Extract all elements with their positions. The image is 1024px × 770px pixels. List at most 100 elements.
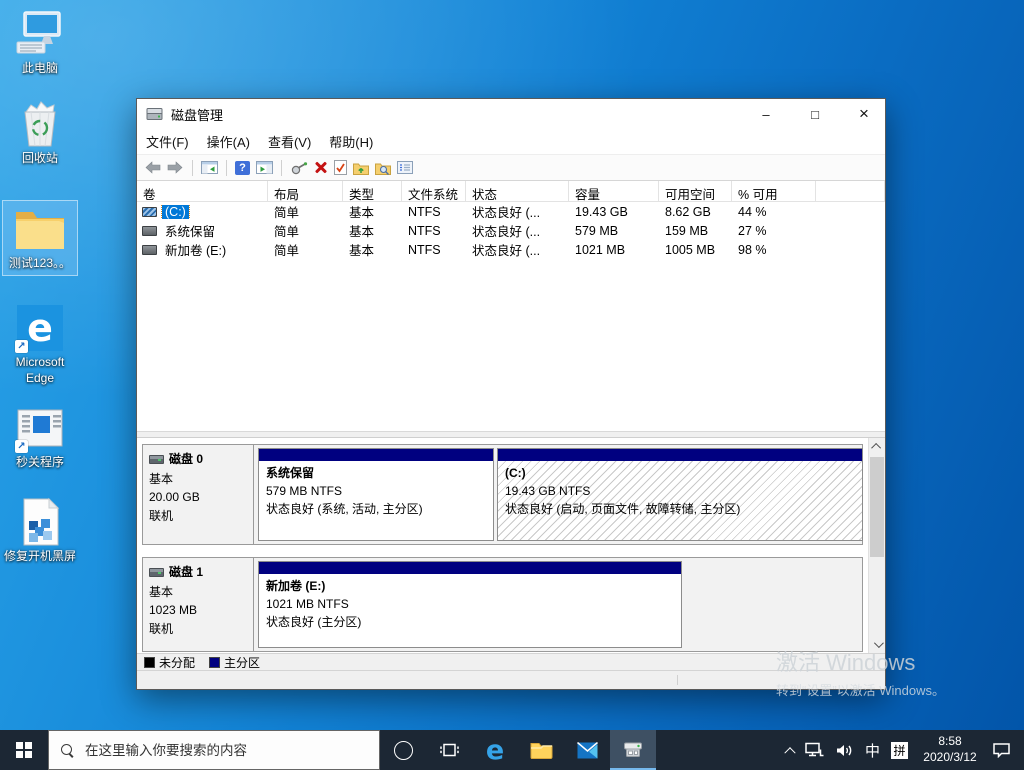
status-bar-divider bbox=[677, 675, 678, 685]
disk-management-icon bbox=[622, 740, 645, 759]
check-page-icon[interactable] bbox=[334, 160, 347, 175]
file-explorer-icon bbox=[530, 741, 553, 759]
mail-button[interactable] bbox=[564, 730, 610, 770]
close-button[interactable]: × bbox=[843, 99, 885, 129]
recycle-bin-icon bbox=[13, 99, 67, 149]
toolbar-separator bbox=[192, 160, 193, 176]
forward-icon[interactable] bbox=[167, 161, 184, 174]
legend-primary-partition: 主分区 bbox=[209, 654, 260, 671]
minimize-button[interactable]: – bbox=[745, 99, 787, 129]
primary-partition-swatch bbox=[209, 657, 220, 668]
shortcut-arrow-icon: ↗ bbox=[15, 340, 28, 353]
disk-drive-icon bbox=[146, 107, 164, 121]
col-pct[interactable]: % 可用 bbox=[732, 181, 816, 201]
col-layout[interactable]: 布局 bbox=[268, 181, 343, 201]
partition-c[interactable]: (C:) 19.43 GB NTFS 状态良好 (启动, 页面文件, 故障转储,… bbox=[497, 448, 863, 541]
scroll-up-icon[interactable] bbox=[869, 438, 886, 455]
volume-row-c[interactable]: (C:) 简单 基本 NTFS 状态良好 (... 19.43 GB 8.62 … bbox=[137, 202, 885, 221]
desktop-icon-label: 回收站 bbox=[22, 151, 58, 167]
folder-up-icon[interactable] bbox=[353, 161, 369, 175]
disk-0-row: 磁盘 0 基本 20.00 GB 联机 系统保留 579 MB NTFS 状态良… bbox=[142, 444, 863, 545]
back-icon[interactable] bbox=[144, 161, 161, 174]
maximize-button[interactable]: □ bbox=[794, 99, 836, 129]
scroll-down-icon[interactable] bbox=[869, 636, 886, 653]
disk-graphical-view: 磁盘 0 基本 20.00 GB 联机 系统保留 579 MB NTFS 状态良… bbox=[137, 438, 885, 653]
volume-list: 卷 布局 类型 文件系统 状态 容量 可用空间 % 可用 (C:) 简单 基本 … bbox=[137, 181, 885, 431]
app-window-icon: ↗ bbox=[13, 403, 67, 453]
volume-icon[interactable] bbox=[835, 743, 854, 758]
desktop-icon-this-pc[interactable]: 此电脑 bbox=[2, 6, 78, 80]
tray-overflow-icon[interactable] bbox=[784, 747, 795, 758]
edge-taskbar-button[interactable]: e bbox=[472, 730, 518, 770]
taskbar: e 中 拼 8:58 2020 bbox=[0, 730, 1024, 770]
edge-icon: e bbox=[486, 737, 504, 764]
desktop-icon-label: 修复开机黑屏 bbox=[4, 549, 76, 565]
mail-icon bbox=[577, 742, 598, 759]
volume-icon bbox=[142, 207, 157, 217]
folder-icon bbox=[13, 204, 67, 254]
drive-icon bbox=[149, 568, 164, 577]
start-button[interactable] bbox=[0, 730, 48, 770]
toolbar-separator bbox=[281, 160, 282, 176]
menu-view[interactable]: 查看(V) bbox=[259, 132, 320, 151]
cortana-button[interactable] bbox=[380, 730, 426, 770]
desktop-icon-microsoft-edge[interactable]: e ↗ Microsoft Edge bbox=[2, 300, 78, 389]
search-input[interactable] bbox=[85, 743, 368, 758]
col-status[interactable]: 状态 bbox=[466, 181, 569, 201]
primary-partition-strip bbox=[259, 449, 493, 461]
windows-logo-icon bbox=[16, 742, 32, 758]
vertical-scrollbar[interactable] bbox=[868, 438, 885, 653]
file-explorer-button[interactable] bbox=[518, 730, 564, 770]
col-volume[interactable]: 卷 bbox=[137, 181, 268, 201]
action-pane-icon[interactable] bbox=[256, 161, 273, 174]
disk-management-taskbar-button[interactable] bbox=[610, 730, 656, 770]
properties-list-icon[interactable] bbox=[397, 161, 413, 174]
scrollbar-thumb[interactable] bbox=[870, 457, 884, 557]
desktop-icon-recycle-bin[interactable]: 回收站 bbox=[2, 96, 78, 170]
drive-icon bbox=[149, 455, 164, 464]
taskbar-search[interactable] bbox=[48, 730, 380, 770]
volume-list-header: 卷 布局 类型 文件系统 状态 容量 可用空间 % 可用 bbox=[137, 181, 885, 202]
partition-system-reserved[interactable]: 系统保留 579 MB NTFS 状态良好 (系统, 活动, 主分区) bbox=[258, 448, 494, 541]
ime-mode-indicator[interactable]: 拼 bbox=[891, 742, 908, 759]
menu-file[interactable]: 文件(F) bbox=[137, 132, 198, 151]
partition-e[interactable]: 新加卷 (E:) 1021 MB NTFS 状态良好 (主分区) bbox=[258, 561, 682, 648]
col-filesystem[interactable]: 文件系统 bbox=[402, 181, 466, 201]
ime-language-indicator[interactable]: 中 bbox=[865, 740, 880, 761]
col-free[interactable]: 可用空间 bbox=[659, 181, 732, 201]
title-bar[interactable]: 磁盘管理 – □ × bbox=[137, 99, 885, 129]
help-icon[interactable]: ? bbox=[235, 161, 250, 175]
action-center-icon[interactable] bbox=[992, 742, 1011, 758]
disk-1-row: 磁盘 1 基本 1023 MB 联机 新加卷 (E:) 1021 MB NTFS… bbox=[142, 557, 863, 652]
desktop-icon-label: 测试123。。 bbox=[9, 256, 71, 272]
desktop-icon-fix-black-screen[interactable]: 修复开机黑屏 bbox=[2, 494, 78, 568]
col-capacity[interactable]: 容量 bbox=[569, 181, 659, 201]
volume-row-e[interactable]: 新加卷 (E:) 简单 基本 NTFS 状态良好 (... 1021 MB 10… bbox=[137, 240, 885, 259]
taskbar-clock[interactable]: 8:58 2020/3/12 bbox=[919, 734, 981, 765]
task-view-button[interactable] bbox=[426, 730, 472, 770]
disk-1-label[interactable]: 磁盘 1 基本 1023 MB 联机 bbox=[143, 558, 254, 651]
volume-row-system-reserved[interactable]: 系统保留 简单 基本 NTFS 状态良好 (... 579 MB 159 MB … bbox=[137, 221, 885, 240]
legend-bar: 未分配 主分区 bbox=[137, 653, 885, 670]
folder-search-icon[interactable] bbox=[375, 161, 391, 175]
legend-unallocated: 未分配 bbox=[144, 654, 195, 671]
clock-time: 8:58 bbox=[919, 734, 981, 750]
network-icon[interactable] bbox=[805, 742, 824, 758]
delete-icon[interactable] bbox=[314, 161, 328, 175]
col-type[interactable]: 类型 bbox=[343, 181, 402, 201]
col-filler bbox=[816, 181, 885, 201]
this-pc-icon bbox=[13, 9, 67, 59]
menu-action[interactable]: 操作(A) bbox=[198, 132, 259, 151]
desktop-icon-label: 此电脑 bbox=[22, 61, 58, 77]
console-tree-icon[interactable] bbox=[201, 161, 218, 174]
pane-splitter[interactable] bbox=[137, 431, 885, 438]
menu-bar: 文件(F) 操作(A) 查看(V) 帮助(H) bbox=[137, 129, 885, 154]
desktop-icon-app-closer[interactable]: ↗ 秒关程序 bbox=[2, 400, 78, 474]
wand-icon[interactable] bbox=[290, 161, 308, 175]
desktop-icon-label: Microsoft Edge bbox=[3, 355, 77, 386]
task-view-icon bbox=[439, 742, 460, 758]
disk-0-label[interactable]: 磁盘 0 基本 20.00 GB 联机 bbox=[143, 445, 254, 544]
volume-icon bbox=[142, 245, 157, 255]
desktop-icon-test-folder[interactable]: 测试123。。 bbox=[2, 200, 78, 276]
menu-help[interactable]: 帮助(H) bbox=[320, 132, 382, 151]
